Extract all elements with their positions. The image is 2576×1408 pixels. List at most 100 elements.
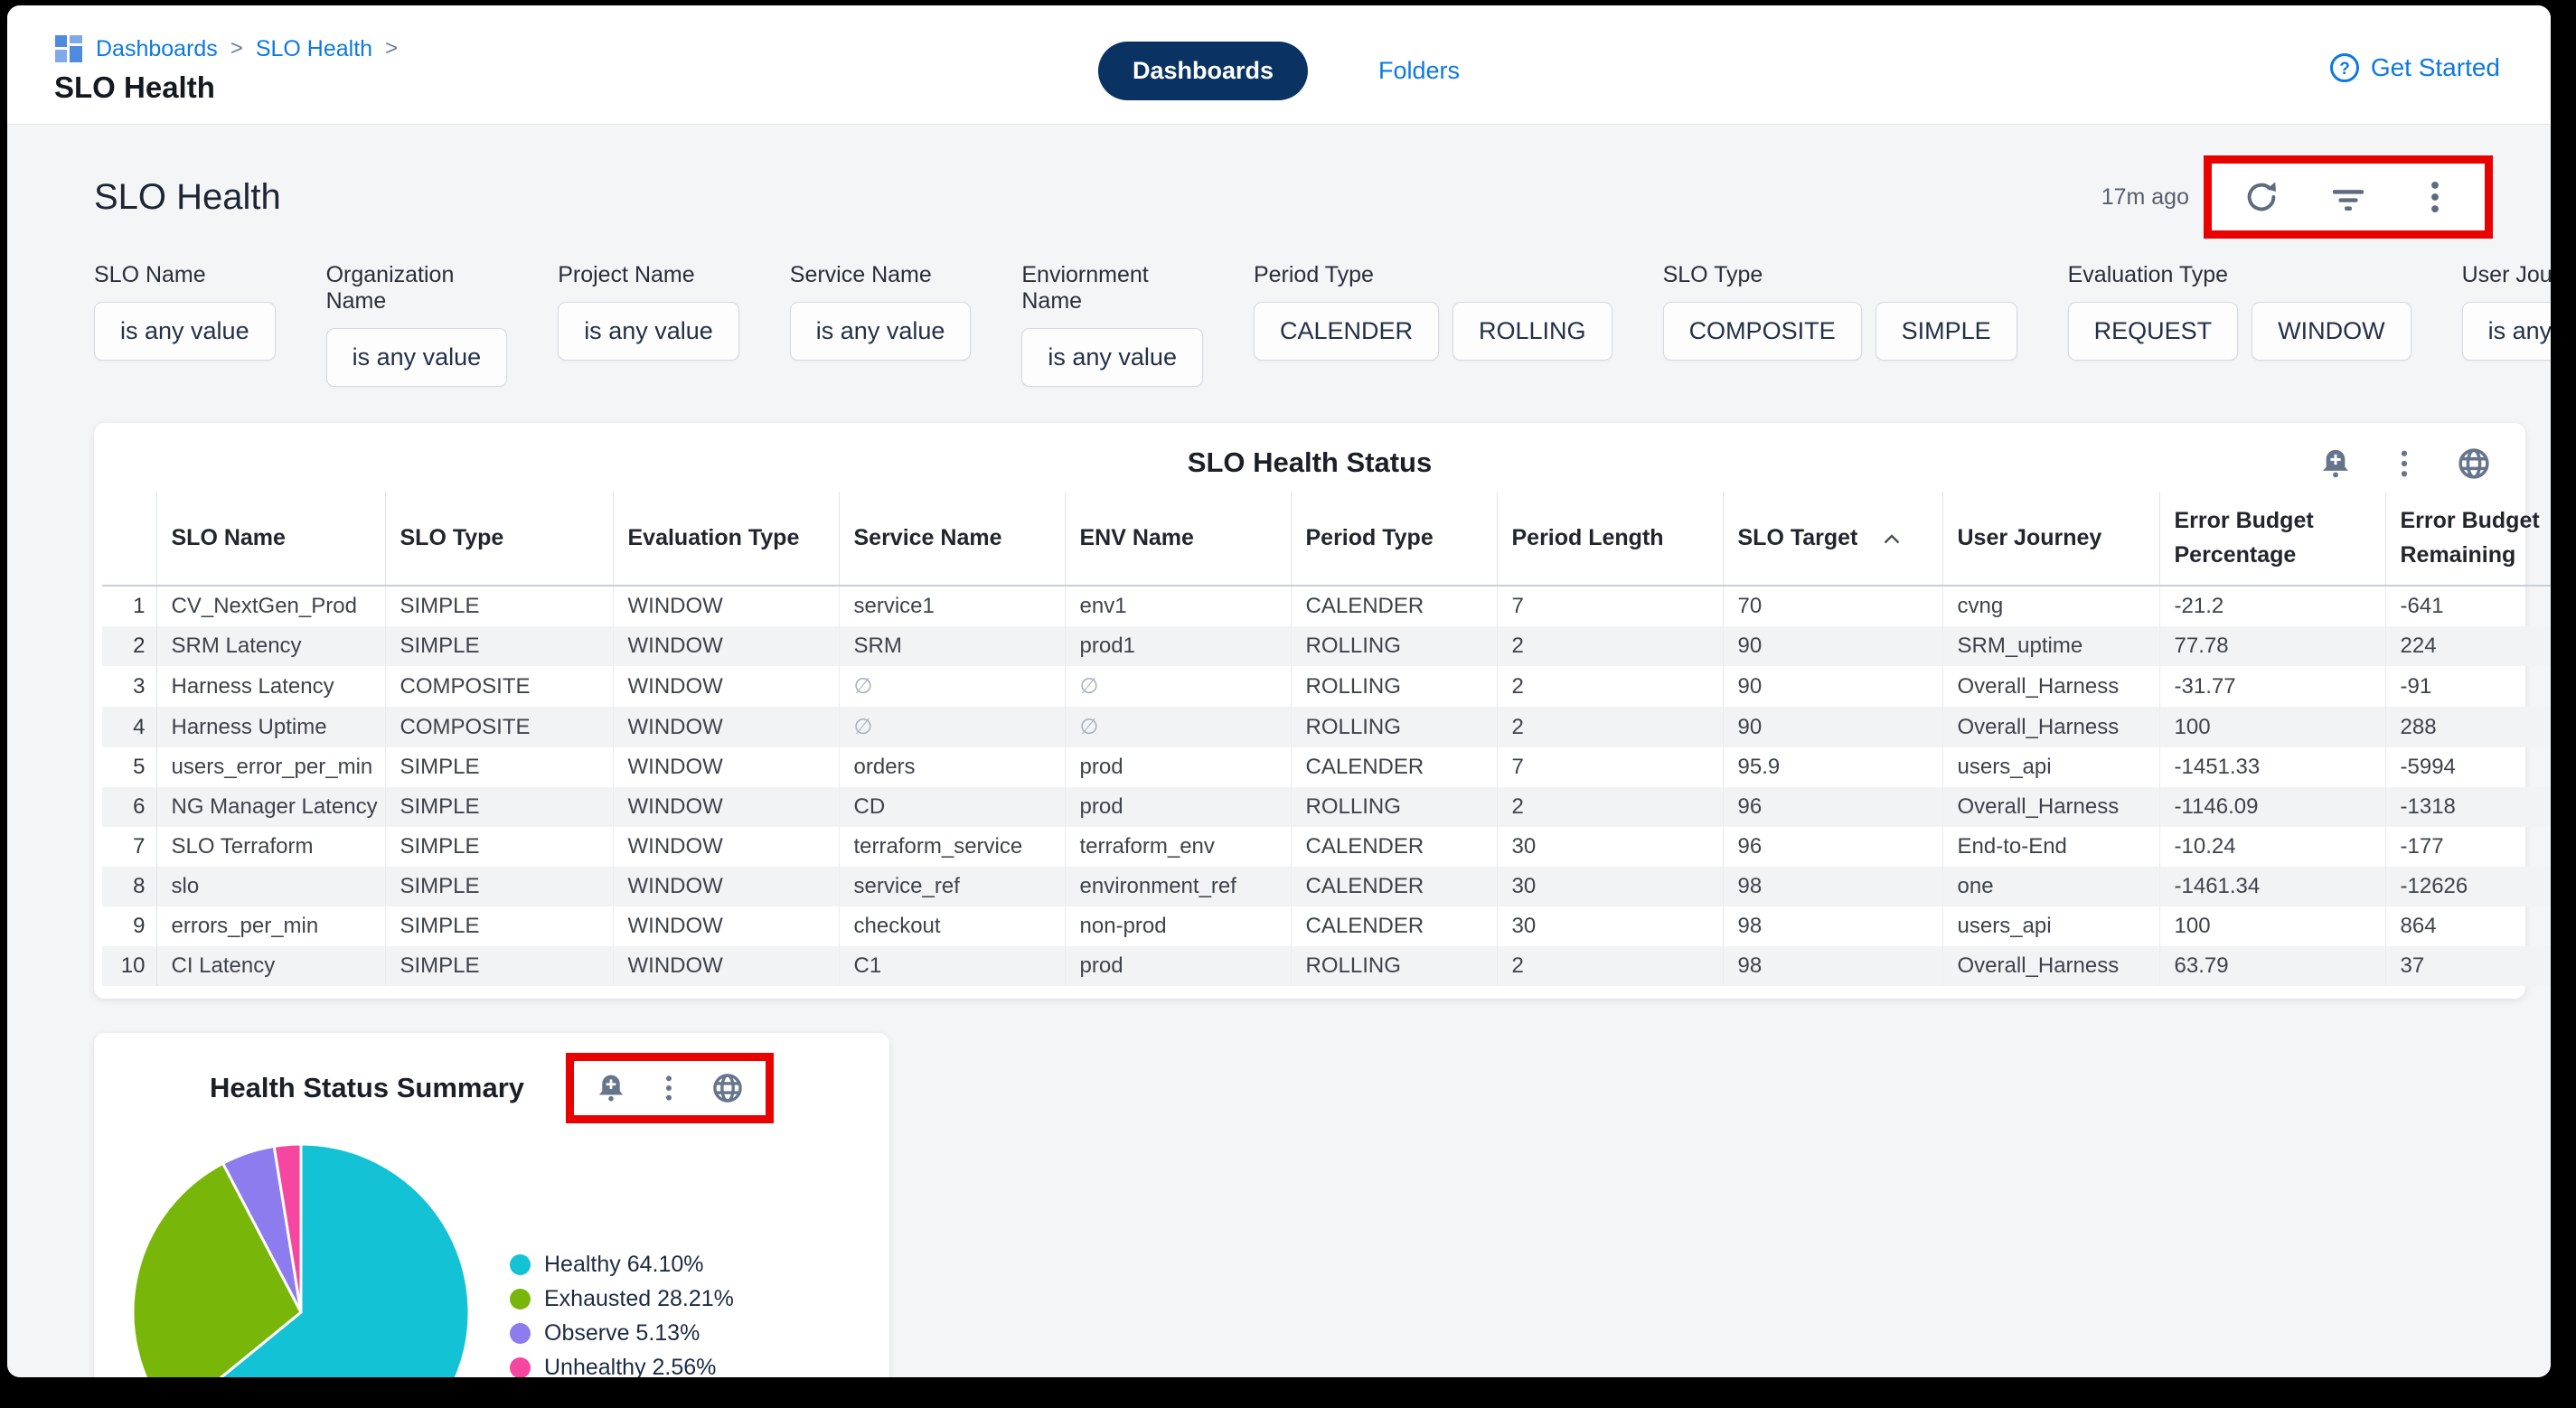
table-row: 6NG Manager LatencySIMPLEWINDOWCDprodROL… — [102, 787, 2551, 827]
annotation-box — [566, 1053, 774, 1123]
table-row: 1CV_NextGen_ProdSIMPLEWINDOWservice1env1… — [102, 586, 2551, 626]
kebab-menu-icon[interactable] — [2388, 447, 2421, 480]
filter-value-button[interactable]: ROLLING — [1453, 302, 1612, 361]
filter-value-button[interactable]: is any value — [2462, 302, 2551, 361]
table-cell: SIMPLE — [385, 946, 613, 986]
legend-label: Exhausted 28.21% — [544, 1286, 734, 1312]
column-header-slo-target[interactable]: SLO Target — [1723, 492, 1942, 586]
kebab-menu-icon[interactable] — [653, 1073, 684, 1103]
column-header-evaluation-type[interactable]: Evaluation Type — [613, 492, 839, 586]
filter-value-button[interactable]: WINDOW — [2252, 302, 2411, 361]
table-cell: prod1 — [1065, 626, 1291, 666]
legend-item-healthy[interactable]: Healthy 64.10% — [510, 1252, 734, 1278]
filter-value-button[interactable]: CALENDER — [1254, 302, 1439, 361]
bell-plus-icon[interactable] — [596, 1073, 626, 1103]
table-cell: -641 — [2385, 586, 2551, 626]
column-header-error-budget-remaining[interactable]: Error Budget Remaining — [2385, 492, 2551, 586]
table-cell: users_api — [1942, 747, 2159, 787]
filter-icon[interactable] — [2329, 178, 2367, 216]
page-title: SLO Health — [54, 70, 215, 105]
dashboards-grid-icon — [54, 34, 83, 63]
legend-label: Unhealthy 2.56% — [544, 1355, 716, 1377]
table-cell: environment_ref — [1065, 867, 1291, 906]
table-cell: env1 — [1065, 586, 1291, 626]
legend-item-observe[interactable]: Observe 5.13% — [510, 1320, 734, 1347]
table-cell: End-to-End — [1942, 827, 2159, 867]
tab-folders[interactable]: Folders — [1378, 57, 1460, 85]
last-updated-label: 17m ago — [2101, 184, 2189, 211]
table-cell: 2 — [1497, 946, 1723, 986]
health-status-summary-card: Health Status Summary — [94, 1033, 889, 1377]
legend-item-exhausted[interactable]: Exhausted 28.21% — [510, 1286, 734, 1312]
filter-value-button[interactable]: is any value — [1021, 328, 1203, 387]
filter-value-button[interactable]: SIMPLE — [1876, 302, 2017, 361]
filter-value-button[interactable]: COMPOSITE — [1663, 302, 1862, 361]
globe-icon[interactable] — [711, 1072, 744, 1104]
get-started-label: Get Started — [2371, 53, 2500, 82]
row-number-cell: 2 — [102, 626, 156, 666]
row-number-cell: 7 — [102, 827, 156, 867]
column-header-period-type[interactable]: Period Type — [1291, 492, 1497, 586]
slo-health-status-table: SLO NameSLO TypeEvaluation TypeService N… — [102, 492, 2551, 986]
column-header-env-name[interactable]: ENV Name — [1065, 492, 1291, 586]
filter-label: Evaluation Type — [2068, 262, 2411, 288]
legend-dot — [510, 1323, 531, 1344]
table-cell: -1318 — [2385, 787, 2551, 827]
table-cell: SIMPLE — [385, 747, 613, 787]
table-row: 3Harness LatencyCOMPOSITEWINDOW∅∅ROLLING… — [102, 666, 2551, 707]
breadcrumb-link-dashboards[interactable]: Dashboards — [96, 36, 218, 62]
column-header-service-name[interactable]: Service Name — [839, 492, 1065, 586]
table-cell: SLO Terraform — [156, 827, 385, 867]
breadcrumb-link-slo-health[interactable]: SLO Health — [256, 36, 372, 62]
filter-value-button[interactable]: is any value — [790, 302, 972, 361]
table-cell: -177 — [2385, 827, 2551, 867]
table-cell: -21.2 — [2159, 586, 2385, 626]
globe-icon[interactable] — [2457, 446, 2491, 481]
table-cell: 30 — [1497, 827, 1723, 867]
table-cell: -31.77 — [2159, 666, 2385, 707]
table-cell: 2 — [1497, 626, 1723, 666]
table-cell: -10.24 — [2159, 827, 2385, 867]
table-cell: users_error_per_min — [156, 747, 385, 787]
table-cell: ∅ — [839, 666, 1065, 707]
dashboard-title: SLO Health — [94, 177, 281, 218]
table-cell: C1 — [839, 946, 1065, 986]
table-cell: 96 — [1723, 827, 1942, 867]
table-cell: -1451.33 — [2159, 747, 2385, 787]
filter-value-button[interactable]: is any value — [558, 302, 739, 361]
column-header-slo-type[interactable]: SLO Type — [385, 492, 613, 586]
refresh-icon[interactable] — [2242, 178, 2280, 216]
table-cell: 224 — [2385, 626, 2551, 666]
table-cell: SIMPLE — [385, 787, 613, 827]
table-cell: terraform_env — [1065, 827, 1291, 867]
table-cell: NG Manager Latency — [156, 787, 385, 827]
table-cell: 864 — [2385, 906, 2551, 946]
row-number-cell: 3 — [102, 666, 156, 707]
legend-item-unhealthy[interactable]: Unhealthy 2.56% — [510, 1355, 734, 1377]
breadcrumb-separator: > — [230, 36, 243, 61]
filter-group-service-name: Service Nameis any value — [790, 262, 972, 387]
table-cell: 90 — [1723, 666, 1942, 707]
table-cell: 288 — [2385, 707, 2551, 747]
filter-group-evaluation-type: Evaluation Type REQUESTWINDOW — [2068, 262, 2411, 387]
table-cell: service_ref — [839, 867, 1065, 906]
filter-value-button[interactable]: is any value — [326, 328, 508, 387]
column-header-period-length[interactable]: Period Length — [1497, 492, 1723, 586]
table-cell: SIMPLE — [385, 827, 613, 867]
table-cell: 98 — [1723, 867, 1942, 906]
filter-value-button[interactable]: REQUEST — [2068, 302, 2239, 361]
legend-dot — [510, 1289, 531, 1309]
filter-label: Period Type — [1254, 262, 1612, 288]
filter-value-button[interactable]: is any value — [94, 302, 276, 361]
column-header-user-journey[interactable]: User Journey — [1942, 492, 2159, 586]
legend-dot — [510, 1357, 531, 1377]
table-cell: ROLLING — [1291, 626, 1497, 666]
column-header-error-budget-percentage[interactable]: Error Budget Percentage — [2159, 492, 2385, 586]
bell-plus-icon[interactable] — [2319, 447, 2352, 480]
main-tabs: Dashboards Folders — [1098, 42, 1460, 100]
column-header-slo-name[interactable]: SLO Name — [156, 492, 385, 586]
tab-dashboards[interactable]: Dashboards — [1098, 42, 1308, 100]
kebab-menu-icon[interactable] — [2416, 178, 2454, 216]
table-cell: WINDOW — [613, 626, 839, 666]
get-started-button[interactable]: ? Get Started — [2329, 52, 2500, 83]
